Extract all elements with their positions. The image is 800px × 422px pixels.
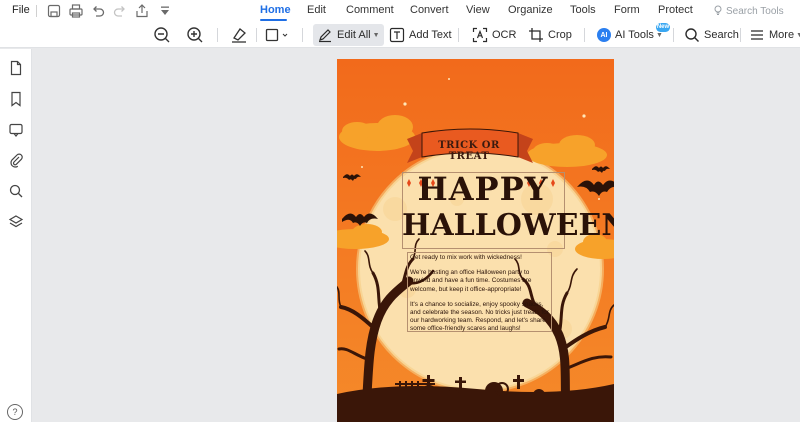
document-page: TRICK OR TREAT HAPPY HALLOWEEN Get ready… [337,59,614,422]
text-box-icon [389,27,405,43]
crop-label: Crop [548,29,572,41]
undo-icon[interactable] [90,3,106,19]
customize-quick-access-icon[interactable] [157,3,173,19]
ocr-icon [472,27,488,43]
body-text: Get ready to mix work with wickedness! W… [410,254,549,341]
more-label: More [769,29,795,41]
tab-home[interactable]: Home [260,4,291,16]
tab-tools[interactable]: Tools [570,4,596,16]
add-text-label: Add Text [409,29,452,41]
toolbar-divider [302,28,303,42]
layers-icon[interactable] [8,214,24,230]
toolbar-divider [673,28,674,42]
paragraph[interactable]: It's a chance to socialize, enjoy spooky… [410,301,549,334]
chevron-down-icon: ▼ [796,31,800,39]
crop-icon [529,28,543,42]
search-tools-placeholder: Search Tools [726,6,784,17]
save-icon[interactable] [46,3,62,19]
add-text-button[interactable]: Add Text [389,24,452,46]
menu-bar: File Home Edit Comment Convert View Orga… [0,0,800,22]
paragraph[interactable]: We're hosting an office Halloween party … [410,269,549,294]
banner-text[interactable]: TRICK OR TREAT [426,140,512,162]
toolbar-divider [256,28,257,42]
crop-button[interactable]: Crop [528,24,572,46]
redo-icon[interactable] [112,3,128,19]
page-icon[interactable] [8,60,24,76]
share-icon[interactable] [134,3,150,19]
tab-convert[interactable]: Convert [410,4,449,16]
headline: HAPPY HALLOWEEN [402,173,614,241]
chevron-down-icon: ▼ [372,31,380,39]
paragraph[interactable]: Get ready to mix work with wickedness! [410,254,549,262]
zoom-in-icon[interactable] [185,25,205,45]
attachment-icon[interactable] [8,152,24,168]
tab-form[interactable]: Form [614,4,640,16]
print-icon[interactable] [68,3,84,19]
tab-view[interactable]: View [466,4,490,16]
search-icon[interactable] [8,183,24,199]
chevron-down-icon: ▼ [655,31,663,39]
ai-logo-icon: AI [597,28,611,42]
search-label: Search [704,29,739,41]
shape-rectangle-icon[interactable] [264,25,292,45]
toolbar-divider [740,28,741,42]
edit-all-button[interactable]: Edit All ▼ [313,24,384,46]
search-button[interactable]: Search [684,24,739,46]
ai-tools-label: AI Tools [615,29,654,41]
tab-organize[interactable]: Organize [508,4,553,16]
menu-divider [36,5,37,17]
ocr-label: OCR [492,29,517,41]
search-icon [685,28,699,42]
toolbar: Edit All ▼ Add Text OCR Crop AI AI Tools ▼… [0,22,800,48]
tab-protect[interactable]: Protect [658,4,693,16]
comment-icon[interactable] [8,122,24,138]
toolbar-divider [458,28,459,42]
tab-edit[interactable]: Edit [307,4,326,16]
hamburger-menu-icon [751,30,763,40]
active-tab-indicator [260,19,287,21]
ocr-button[interactable]: OCR [472,24,516,46]
new-badge: New [656,23,670,32]
tab-comment[interactable]: Comment [346,4,394,16]
ai-tools-button[interactable]: AI AI Tools ▼ [597,24,663,46]
highlight-icon[interactable] [229,25,249,45]
headline-line-1[interactable]: HAPPY [402,173,564,205]
bookmark-icon[interactable] [8,91,24,107]
more-button[interactable]: More ▼ [749,24,800,46]
file-menu[interactable]: File [12,4,30,16]
zoom-out-icon[interactable] [152,25,172,45]
toolbar-divider [584,28,585,42]
search-tools-field[interactable]: Search Tools [712,4,784,17]
headline-line-2[interactable]: HALLOWEEN [402,211,614,241]
pencil-icon [319,29,331,43]
lightbulb-icon [714,5,722,15]
toolbar-divider [217,28,218,42]
edit-all-label: Edit All [337,29,371,41]
help-icon[interactable]: ? [7,404,23,420]
left-sidebar [0,49,32,422]
